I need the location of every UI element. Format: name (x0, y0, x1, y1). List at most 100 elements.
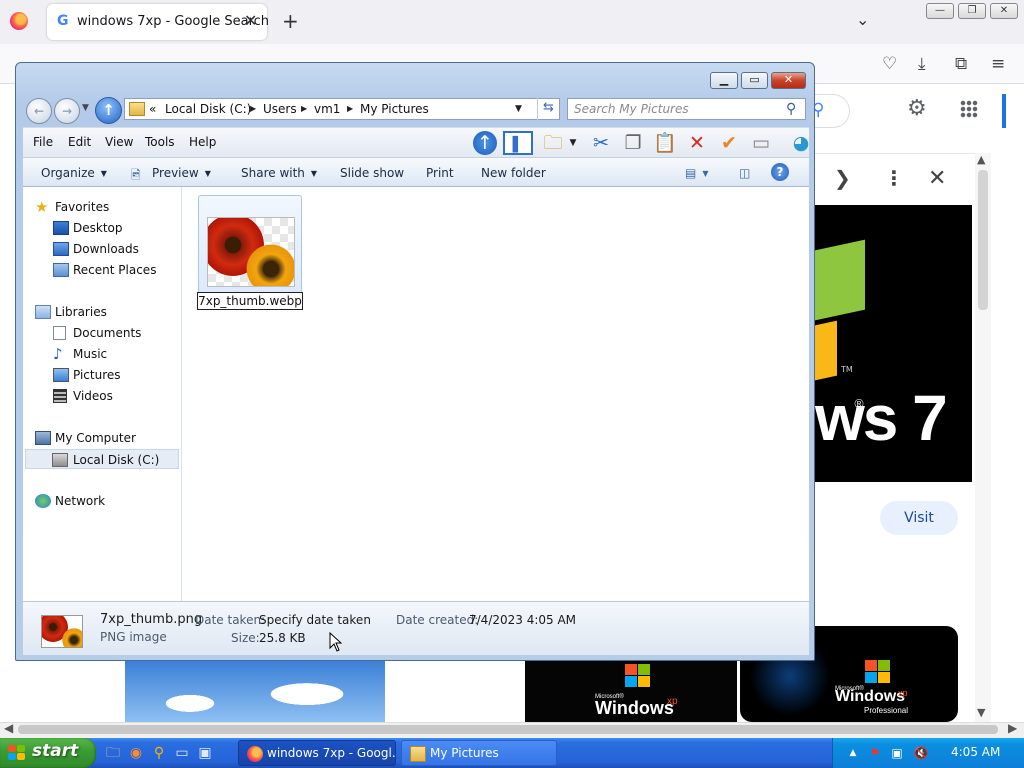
scroll-down-icon[interactable]: ▼ (977, 706, 985, 719)
tab-title: windows 7xp - Google Search (77, 14, 270, 29)
date-taken-value[interactable]: Specify date taken (259, 613, 371, 627)
search-icon[interactable]: ⚲ (786, 101, 796, 117)
move-dropdown-icon[interactable]: ▼ (561, 131, 585, 155)
organize-button[interactable]: Organize ▼ (41, 166, 107, 180)
browser-tab-google-search[interactable]: G windows 7xp - Google Search ✕ (47, 4, 270, 40)
minimize-button[interactable]: ▁ (710, 72, 738, 89)
new-folder-button[interactable]: New folder (481, 166, 546, 180)
hamburger-menu-icon[interactable]: ≡ (991, 54, 1005, 74)
preview-image[interactable]: TM ws 7 ® (815, 205, 972, 482)
horizontal-scroll-thumb[interactable] (18, 725, 998, 734)
menu-view[interactable]: View (105, 135, 133, 149)
preview-icon: 🖻 (131, 168, 141, 182)
clock[interactable]: 4:05 AM (951, 745, 1000, 759)
network-error-icon[interactable]: ⚑ (867, 745, 883, 761)
up-folder-button[interactable]: ↑ (95, 97, 122, 124)
breadcrumb-vm1[interactable]: vm1 (314, 102, 340, 116)
print-button[interactable]: Print (426, 166, 454, 180)
nav-libraries[interactable]: Libraries (35, 302, 192, 322)
scroll-right-icon[interactable]: ▶ (1008, 721, 1017, 735)
copy-icon[interactable]: ❐ (621, 131, 645, 155)
task-label: windows 7xp - Googl... (267, 746, 396, 760)
breadcrumb-local-disk[interactable]: Local Disk (C:) (165, 102, 251, 116)
chevron-right-icon[interactable]: ❯ (834, 166, 851, 190)
nav-favorites[interactable]: ★ Favorites (35, 197, 192, 217)
result-image-windows-xp[interactable]: Microsoft® Windows xp (525, 660, 737, 722)
help-icon[interactable]: ? (771, 163, 789, 181)
preview-button[interactable]: Preview ▼ (152, 166, 211, 180)
paste-icon[interactable]: 📋 (653, 131, 677, 155)
panel-scroll-thumb[interactable] (978, 170, 988, 310)
quicklaunch-firefox-icon[interactable]: ◉ (127, 744, 145, 762)
gear-icon[interactable]: ⚙ (907, 96, 927, 121)
close-button[interactable]: ✕ (771, 72, 806, 89)
apps-grid-icon[interactable] (960, 100, 978, 118)
firefox-icon[interactable] (10, 12, 28, 30)
folders-pane-icon[interactable]: ▌ (503, 131, 533, 155)
list-all-tabs-icon[interactable]: ⌄ (856, 10, 869, 29)
pocket-icon[interactable]: ♡ (882, 54, 897, 74)
result-image-sky[interactable] (125, 660, 385, 722)
volume-muted-icon[interactable]: 🔇 (913, 745, 929, 761)
breadcrumb-users[interactable]: Users (263, 102, 297, 116)
start-button[interactable]: start (0, 738, 96, 768)
visit-button[interactable]: Visit (880, 501, 958, 535)
breadcrumb-arrow-icon[interactable]: ▶ (250, 104, 256, 113)
nav-local-disk[interactable]: Local Disk (C:) (25, 449, 179, 469)
scroll-up-icon[interactable]: ▲ (977, 153, 985, 166)
cut-icon[interactable]: ✂ (589, 131, 613, 155)
browser-restore-button[interactable]: ❐ (958, 3, 986, 19)
quicklaunch-desktop-icon[interactable]: ▭ (173, 744, 191, 762)
more-options-icon[interactable]: ⋮ (884, 166, 904, 190)
extensions-icon[interactable]: ⧉ (955, 54, 967, 74)
delete-icon[interactable]: ✕ (685, 131, 709, 155)
quicklaunch-explorer-icon[interactable]: 🗀 (104, 744, 122, 762)
maximize-button[interactable]: ▭ (741, 72, 768, 89)
breadcrumb-arrow-icon[interactable]: ▶ (301, 104, 307, 113)
breadcrumb-arrow-icon[interactable]: ▶ (347, 104, 353, 113)
refresh-icon[interactable]: ⇆ (537, 98, 559, 120)
search-input[interactable] (568, 99, 783, 119)
tray-monitor-icon[interactable]: ▣ (889, 745, 905, 761)
downloads-icon[interactable]: ⤓ (918, 54, 926, 74)
task-button-firefox[interactable]: windows 7xp - Googl... (238, 740, 396, 766)
scroll-left-icon[interactable]: ◀ (4, 721, 13, 735)
browser-minimize-button[interactable]: — (926, 3, 954, 19)
windows-flag-icon (8, 745, 26, 761)
menu-help[interactable]: Help (189, 135, 216, 149)
menu-edit[interactable]: Edit (68, 135, 91, 149)
show-hidden-icons-icon[interactable]: ▲ (845, 745, 861, 761)
address-dropdown-icon[interactable]: ▼ (515, 104, 522, 114)
slide-show-button[interactable]: Slide show (340, 166, 404, 180)
share-with-button[interactable]: Share with ▼ (241, 166, 317, 180)
preview-pane-icon[interactable]: ◫ (739, 166, 750, 180)
back-button[interactable]: ← (26, 98, 52, 124)
breadcrumb-my-pictures[interactable]: My Pictures (360, 102, 429, 116)
new-tab-button[interactable]: + (282, 9, 299, 33)
close-icon[interactable]: ✕ (928, 166, 946, 191)
properties-icon[interactable]: ▭ (749, 131, 773, 155)
breadcrumb-overflow[interactable]: « (149, 102, 156, 116)
file-rename-field[interactable]: 7xp_thumb.webp (197, 292, 303, 310)
quicklaunch-search-icon[interactable]: ⚲ (150, 744, 168, 762)
tab-close-icon[interactable]: ✕ (244, 11, 257, 30)
address-bar[interactable]: « Local Disk (C:) ▶ Users ▶ vm1 ▶ My Pic… (124, 98, 560, 120)
nav-label: Libraries (55, 305, 107, 319)
file-item-7xp-thumb[interactable]: 7xp_thumb.webp (197, 195, 303, 310)
windows-logo-text: Windows (835, 688, 906, 705)
globe-icon[interactable]: ◕ (789, 131, 813, 155)
checkmark-icon[interactable]: ✔ (717, 131, 741, 155)
task-button-my-pictures[interactable]: My Pictures (401, 740, 557, 766)
up-arrow-icon[interactable]: ↑ (473, 131, 497, 155)
nav-my-computer[interactable]: My Computer (35, 428, 192, 448)
recent-pages-dropdown-icon[interactable]: ▼ (82, 103, 89, 113)
menu-tools[interactable]: Tools (145, 135, 175, 149)
nav-network[interactable]: Network (35, 491, 192, 511)
start-label: start (32, 741, 79, 761)
forward-button[interactable]: → (54, 98, 80, 124)
menu-file[interactable]: File (33, 135, 53, 149)
quicklaunch-monitor-icon[interactable]: ▣ (196, 744, 214, 762)
view-options-icon[interactable]: ▤ ▼ (685, 166, 709, 180)
details-pane: 7xp_thumb.png PNG image Date taken: Spec… (23, 601, 809, 655)
browser-close-button[interactable]: ✕ (990, 3, 1018, 19)
